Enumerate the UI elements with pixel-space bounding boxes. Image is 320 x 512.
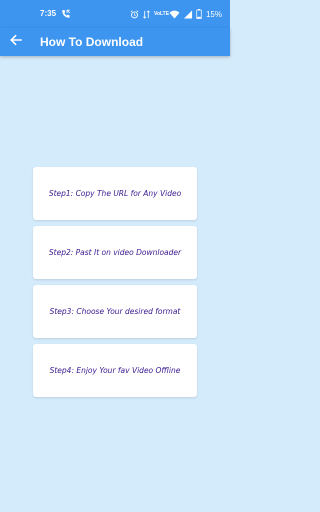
step-text: Step1: Copy The URL for Any Video	[48, 189, 182, 198]
alarm-icon	[130, 9, 139, 19]
wifi-icon	[169, 10, 180, 19]
step-text: Step3: Choose Your desired format	[49, 307, 181, 316]
back-button[interactable]	[6, 32, 26, 52]
phone-call-icon	[61, 9, 71, 19]
step-text: Step4: Enjoy Your fav Video Offline	[49, 366, 181, 375]
step-text: Step2: Past It on video Downloader	[48, 248, 182, 257]
step-card-1: Step1: Copy The URL for Any Video	[33, 167, 197, 220]
signal-icon	[183, 9, 193, 19]
step-card-4: Step4: Enjoy Your fav Video Offline	[33, 344, 197, 397]
status-time: 7:35	[40, 9, 57, 18]
battery-icon	[196, 9, 202, 19]
network-label: VoLTE	[153, 10, 170, 17]
page-title: How To Download	[40, 35, 144, 49]
app-bar: How To Download	[0, 28, 230, 56]
battery-percent: 15%	[205, 9, 222, 19]
arrow-left-icon	[10, 33, 22, 51]
step-card-2: Step2: Past It on video Downloader	[33, 226, 197, 279]
step-card-3: Step3: Choose Your desired format	[33, 285, 197, 338]
data-icon	[142, 9, 151, 19]
status-icons: VoLTE 15%	[130, 8, 222, 20]
status-bar: 7:35 VoLTE 15%	[0, 0, 230, 28]
